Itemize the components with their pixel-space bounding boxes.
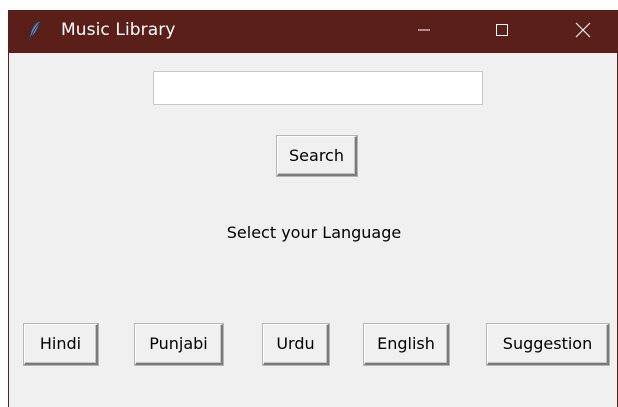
close-icon	[575, 22, 591, 42]
title-bar[interactable]: Music Library	[9, 10, 617, 53]
app-window: Music Library Search Select your Languag…	[8, 10, 618, 407]
search-button[interactable]: Search	[277, 136, 357, 176]
window-content: Search Select your Language Hindi Punjab…	[9, 53, 617, 407]
search-input[interactable]	[153, 71, 483, 105]
window-title: Music Library	[61, 20, 176, 40]
punjabi-button[interactable]: Punjabi	[135, 324, 223, 365]
urdu-button[interactable]: Urdu	[263, 324, 329, 365]
feather-icon	[27, 20, 43, 42]
close-button[interactable]	[560, 10, 606, 53]
hindi-button[interactable]: Hindi	[24, 324, 98, 365]
maximize-button[interactable]	[479, 10, 525, 53]
minimize-icon	[417, 22, 431, 41]
language-prompt-label: Select your Language	[226, 223, 402, 242]
maximize-icon	[495, 22, 509, 41]
minimize-button[interactable]	[401, 10, 447, 53]
english-button[interactable]: English	[364, 324, 449, 365]
suggestion-button[interactable]: Suggestion	[487, 324, 609, 365]
